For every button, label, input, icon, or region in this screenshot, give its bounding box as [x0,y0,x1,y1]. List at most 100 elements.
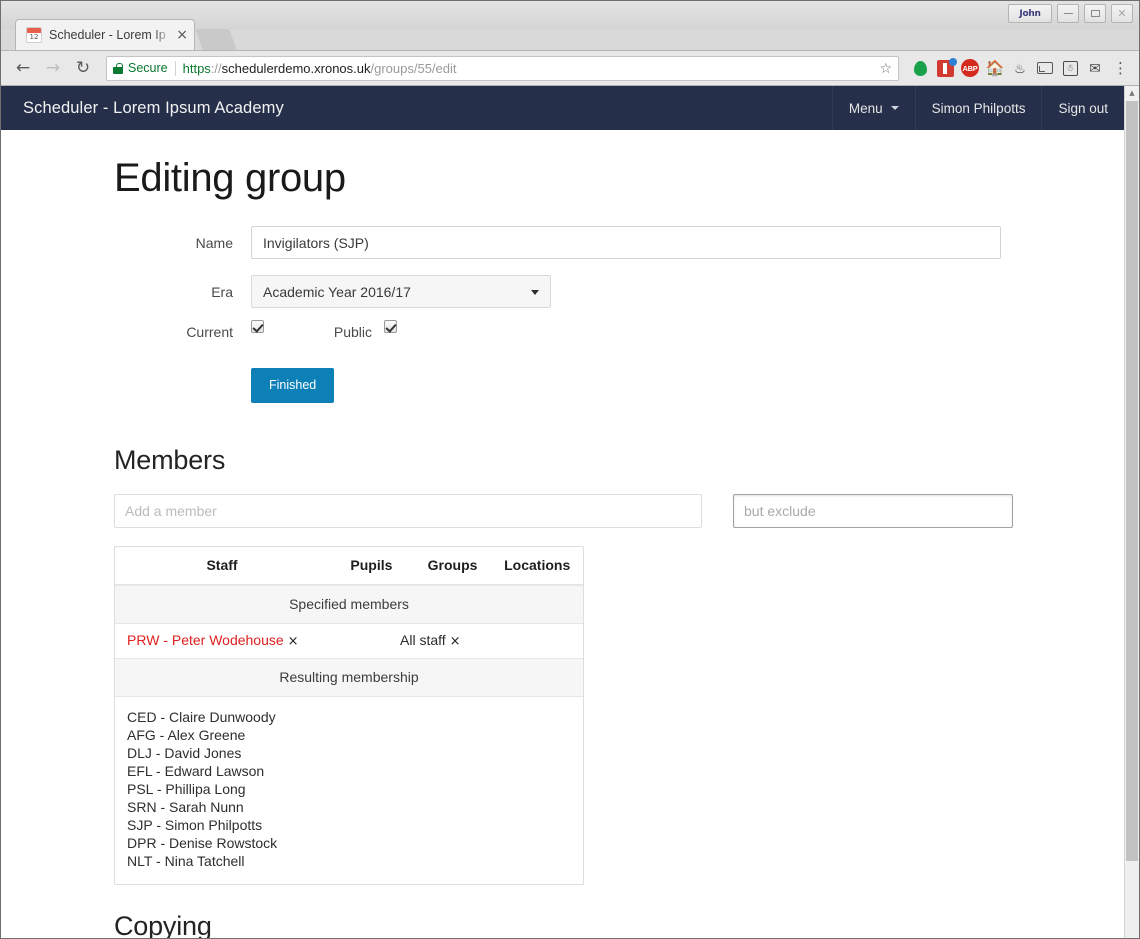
specified-staff-chip: PRW - Peter Wodehouse × [115,632,400,649]
era-label: Era [211,283,233,300]
scroll-up-icon[interactable]: ▲ [1125,86,1139,100]
lock-icon [113,62,123,74]
page-scrollbar[interactable]: ▲ [1124,86,1139,938]
tab-close-icon[interactable]: × [176,28,188,42]
profile-button[interactable]: John [1008,4,1052,23]
name-row: Name [114,226,1104,259]
browser-toolbar: ← → ↻ Secure https://schedulerdemo.xrono… [1,50,1139,86]
maximize-button[interactable] [1084,4,1106,23]
new-tab-button[interactable] [195,29,237,50]
adblock-plus-icon[interactable]: ABP [960,58,980,78]
column-header-locations: Locations [504,556,571,573]
column-header-staff: Staff [206,556,238,573]
add-member-input[interactable] [114,493,702,528]
name-input[interactable] [251,226,1001,259]
column-header-groups: Groups [427,556,478,573]
browser-menu-icon[interactable]: ⋮ [1110,61,1131,76]
bookmark-star-icon[interactable]: ☆ [879,60,892,77]
browser-window: John ✕ 12 Scheduler - Lorem Ip × ← → ↻ S… [0,0,1140,939]
app-navbar: Scheduler - Lorem Ipsum Academy Menu Sim… [1,86,1124,130]
forward-icon[interactable]: → [39,54,67,82]
page-viewport: Scheduler - Lorem Ipsum Academy Menu Sim… [1,86,1139,938]
members-inputs [114,493,1104,528]
close-icon: ✕ [1117,7,1127,20]
address-bar[interactable]: Secure https://schedulerdemo.xronos.uk/g… [106,55,899,81]
name-label: Name [195,234,233,251]
red-bookmark-icon[interactable] [935,57,957,78]
tab-title: Scheduler - Lorem Ip [49,28,166,42]
current-label: Current [186,324,233,340]
members-table-header: Staff Pupils Groups Locations [115,547,583,585]
public-label: Public [333,324,372,340]
app-brand[interactable]: Scheduler - Lorem Ipsum Academy [1,86,302,130]
omnibox-divider [174,60,176,76]
chevron-down-icon [531,289,539,295]
list-item: SRN - Sarah Nunn [127,798,244,815]
list-item: CED - Claire Dunwoody [127,708,276,725]
page-title: Editing group [114,156,346,200]
envelope-icon[interactable]: ✉ [1085,58,1105,78]
members-heading: Members [114,444,226,475]
current-checkbox[interactable] [251,320,264,333]
maximize-icon [1090,10,1100,17]
remove-staff-icon[interactable]: × [288,634,299,649]
back-icon[interactable]: ← [9,54,37,82]
extension-tray: ABP 🏠 ♨ ☃ ✉ ⋮ [908,57,1131,78]
exclude-member-input[interactable] [733,493,1013,528]
url-path: /groups/55/edit [370,60,457,76]
specified-groups-chip: All staff × [400,632,510,649]
remove-group-icon[interactable]: × [450,634,461,649]
minimize-button[interactable] [1057,4,1079,23]
calendar-icon: 12 [26,27,42,43]
public-checkbox[interactable] [384,320,397,333]
favicon-day-label: 12 [29,33,39,41]
reload-icon[interactable]: ↻ [69,54,97,82]
column-header-pupils: Pupils [350,556,393,573]
web-page: Scheduler - Lorem Ipsum Academy Menu Sim… [1,86,1124,938]
finished-button[interactable]: Finished [251,368,335,403]
content-container: Editing group Name Era Academic Year 201… [1,156,1124,938]
resulting-membership-list: CED - Claire Dunwoody AFG - Alex Greene … [115,697,583,884]
era-row: Era Academic Year 2016/17 [114,275,1104,308]
specified-members-band: Specified members [115,584,583,624]
nav-sign-out[interactable]: Sign out [1041,86,1124,130]
list-item: PSL - Phillipa Long [127,780,246,797]
secure-label: Secure [128,61,168,75]
members-table: Staff Pupils Groups Locations Specified … [114,545,584,885]
list-item: SJP - Simon Philpotts [127,816,263,833]
copying-heading: Copying [114,910,212,939]
flags-row: Current Public [114,320,1104,340]
list-item: NLT - Nina Tatchell [127,852,245,869]
tab-strip: 12 Scheduler - Lorem Ip × [1,19,1139,50]
nav-user[interactable]: Simon Philpotts [914,86,1042,130]
table-row: PRW - Peter Wodehouse × All staff × [115,624,583,658]
page-content: Editing group Name Era Academic Year 201… [1,156,1124,938]
cast-icon[interactable] [1035,58,1055,78]
nav-menu[interactable]: Menu [831,86,915,130]
green-balloon-icon[interactable] [910,58,930,78]
url-separator: :// [210,60,222,76]
era-select[interactable]: Academic Year 2016/17 [251,275,551,308]
paw-print-icon[interactable]: ♨ [1010,58,1030,78]
browser-tab[interactable]: 12 Scheduler - Lorem Ip × [15,19,195,50]
scrollbar-thumb[interactable] [1126,101,1138,861]
navbar-right-group: Menu Simon Philpotts Sign out [831,86,1124,130]
specified-groups-label: All staff [400,631,446,648]
specified-staff-label: PRW - Peter Wodehouse [127,631,284,648]
resulting-membership-band: Resulting membership [115,657,583,697]
url-scheme: https [182,60,211,76]
list-item: DLJ - David Jones [127,744,242,761]
submit-row: Finished [114,368,1104,403]
chevron-down-icon [890,106,899,110]
close-button[interactable]: ✕ [1111,4,1133,23]
lightbulb-icon[interactable]: ☃ [1060,58,1080,78]
url-host: schedulerdemo.xronos.uk [221,60,371,76]
minimize-icon [1063,13,1073,14]
url-text: https://schedulerdemo.xronos.uk/groups/5… [183,61,457,76]
nav-menu-label: Menu [848,100,883,116]
list-item: AFG - Alex Greene [127,726,246,743]
era-select-value: Academic Year 2016/17 [263,283,411,300]
list-item: EFL - Edward Lawson [127,762,265,779]
window-controls: John ✕ [1008,4,1133,23]
house-icon[interactable]: 🏠 [985,58,1005,78]
